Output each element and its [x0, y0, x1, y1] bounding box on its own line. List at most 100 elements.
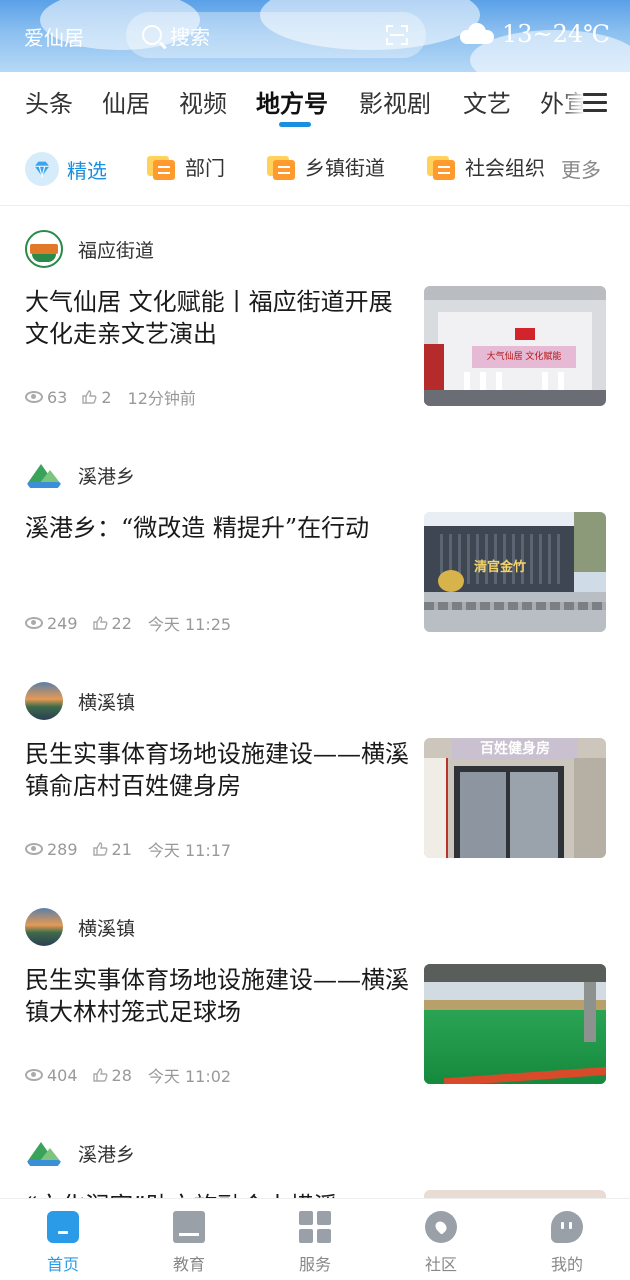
source-name: 横溪镇 [78, 917, 136, 940]
subcat-label: 精选 [67, 158, 107, 183]
subcat-label: 社会组织 [465, 156, 545, 180]
search-placeholder: 搜索 [170, 24, 210, 49]
nav-education[interactable]: 教育 [149, 1211, 229, 1275]
news-feed: 福应街道 大气仙居 文化赋能丨福应街道开展文化走亲文艺演出 63 2 12分钟前… [0, 206, 630, 1198]
nav-community[interactable]: 社区 [401, 1211, 481, 1275]
profile-icon [551, 1211, 583, 1243]
folder-icon [267, 154, 297, 180]
temperature: 13~24℃ [501, 20, 610, 48]
subcat-label: 乡镇街道 [305, 156, 385, 180]
eye-icon [25, 1069, 43, 1081]
scan-icon[interactable] [386, 25, 408, 45]
article-thumbnail[interactable]: 百姓健身房 [424, 738, 606, 858]
folder-icon [147, 154, 177, 180]
tab-film[interactable]: 影视剧 [359, 84, 431, 119]
article-title[interactable]: 溪港乡：“微改造 精提升”在行动 [25, 512, 410, 544]
source-header[interactable]: 溪港乡 [25, 1134, 135, 1172]
nav-services[interactable]: 服务 [275, 1211, 355, 1275]
eye-icon [25, 617, 43, 629]
source-avatar [25, 230, 63, 268]
subcat-organizations[interactable]: 社会组织 [427, 152, 545, 181]
source-header[interactable]: 福应街道 [25, 230, 154, 268]
source-avatar [25, 456, 63, 494]
source-avatar [25, 908, 63, 946]
grid-icon [299, 1211, 331, 1243]
publish-time: 今天 11:02 [147, 1067, 232, 1086]
home-icon [47, 1211, 79, 1243]
sign-text: 百姓健身房 [452, 738, 578, 760]
search-bar[interactable]: 搜索 [126, 12, 426, 58]
active-tab-indicator [279, 122, 311, 127]
like-count: 2 [101, 387, 112, 407]
subcat-departments[interactable]: 部门 [147, 152, 225, 181]
article-thumbnail[interactable]: 清官金竹 [424, 512, 606, 632]
source-name: 福应街道 [78, 239, 155, 262]
tab-xianju[interactable]: 仙居 [102, 84, 150, 119]
nav-profile[interactable]: 我的 [527, 1211, 607, 1275]
tab-toutiao[interactable]: 头条 [25, 84, 73, 119]
nav-label: 服务 [298, 1255, 331, 1274]
more-link[interactable]: 更多 [561, 154, 601, 183]
article-meta: 289 21 今天 11:17 [25, 837, 231, 861]
folder-icon [427, 154, 457, 180]
thumbs-up-icon [92, 1068, 108, 1082]
subcat-towns[interactable]: 乡镇街道 [267, 152, 385, 181]
view-count: 404 [47, 1065, 78, 1085]
nav-home[interactable]: 首页 [23, 1211, 103, 1275]
publish-time: 12分钟前 [127, 389, 196, 408]
sub-category-bar: 精选 部门 乡镇街道 社会组织 更多 [0, 140, 630, 200]
thumbs-up-icon [82, 390, 97, 404]
channel-tabs: 头条 仙居 视频 地方号 影视剧 文艺 外宣 [0, 78, 630, 130]
subcat-label: 部门 [185, 156, 225, 180]
source-avatar [25, 682, 63, 720]
eye-icon [25, 843, 43, 855]
tab-video[interactable]: 视频 [179, 84, 227, 119]
article-meta: 63 2 12分钟前 [25, 385, 196, 409]
chat-heart-icon [425, 1211, 457, 1243]
publish-time: 今天 11:17 [147, 841, 232, 860]
like-count: 21 [111, 839, 132, 859]
article-thumbnail[interactable] [424, 964, 606, 1084]
source-name: 溪港乡 [78, 465, 136, 488]
weather-widget[interactable]: 13~24℃ [459, 20, 610, 48]
article-title[interactable]: 民生实事体育场地设施建设——横溪镇大林村笼式足球场 [25, 964, 410, 1028]
source-name: 横溪镇 [78, 691, 136, 714]
news-item[interactable]: 福应街道 大气仙居 文化赋能丨福应街道开展文化走亲文艺演出 63 2 12分钟前… [0, 206, 630, 432]
article-meta: 249 22 今天 11:25 [25, 611, 231, 635]
source-header[interactable]: 横溪镇 [25, 908, 135, 946]
news-item[interactable]: 横溪镇 民生实事体育场地设施建设——横溪镇大林村笼式足球场 404 28 今天 … [0, 884, 630, 1110]
article-title[interactable]: 大气仙居 文化赋能丨福应街道开展文化走亲文艺演出 [25, 286, 410, 350]
thumbs-up-icon [92, 616, 108, 630]
search-icon [142, 25, 162, 45]
cloud-icon [459, 22, 496, 46]
article-thumbnail[interactable] [424, 1190, 606, 1198]
book-icon [173, 1211, 205, 1243]
subcat-featured[interactable]: 精选 [25, 152, 107, 186]
tab-local[interactable]: 地方号 [256, 84, 328, 119]
menu-icon[interactable] [583, 93, 607, 113]
nav-label: 教育 [172, 1255, 205, 1274]
article-title[interactable]: 民生实事体育场地设施建设——横溪镇俞店村百姓健身房 [25, 738, 410, 802]
article-thumbnail[interactable]: 大气仙居 文化赋能 [424, 286, 606, 406]
news-item[interactable]: 横溪镇 民生实事体育场地设施建设——横溪镇俞店村百姓健身房 289 21 今天 … [0, 658, 630, 884]
view-count: 249 [47, 613, 78, 633]
tab-arts[interactable]: 文艺 [463, 84, 511, 119]
source-avatar [25, 1134, 63, 1172]
news-item[interactable]: 溪港乡 “文化润家”助文旅融合丨横溪 [0, 1110, 630, 1198]
like-count: 28 [111, 1065, 132, 1085]
nav-label: 社区 [424, 1255, 457, 1274]
sign-text: 清官金竹 [474, 560, 527, 575]
view-count: 63 [47, 387, 68, 407]
article-title[interactable]: “文化润家”助文旅融合丨横溪 [25, 1190, 410, 1198]
like-count: 22 [111, 613, 132, 633]
eye-icon [25, 391, 43, 403]
source-header[interactable]: 横溪镇 [25, 682, 135, 720]
news-item[interactable]: 溪港乡 溪港乡：“微改造 精提升”在行动 249 22 今天 11:25 清官金… [0, 432, 630, 658]
source-header[interactable]: 溪港乡 [25, 456, 135, 494]
nav-label: 首页 [46, 1255, 79, 1274]
view-count: 289 [47, 839, 78, 859]
app-name: 爱仙居 [24, 26, 84, 50]
publish-time: 今天 11:25 [147, 615, 232, 634]
diamond-icon [25, 152, 59, 186]
nav-label: 我的 [550, 1255, 583, 1274]
